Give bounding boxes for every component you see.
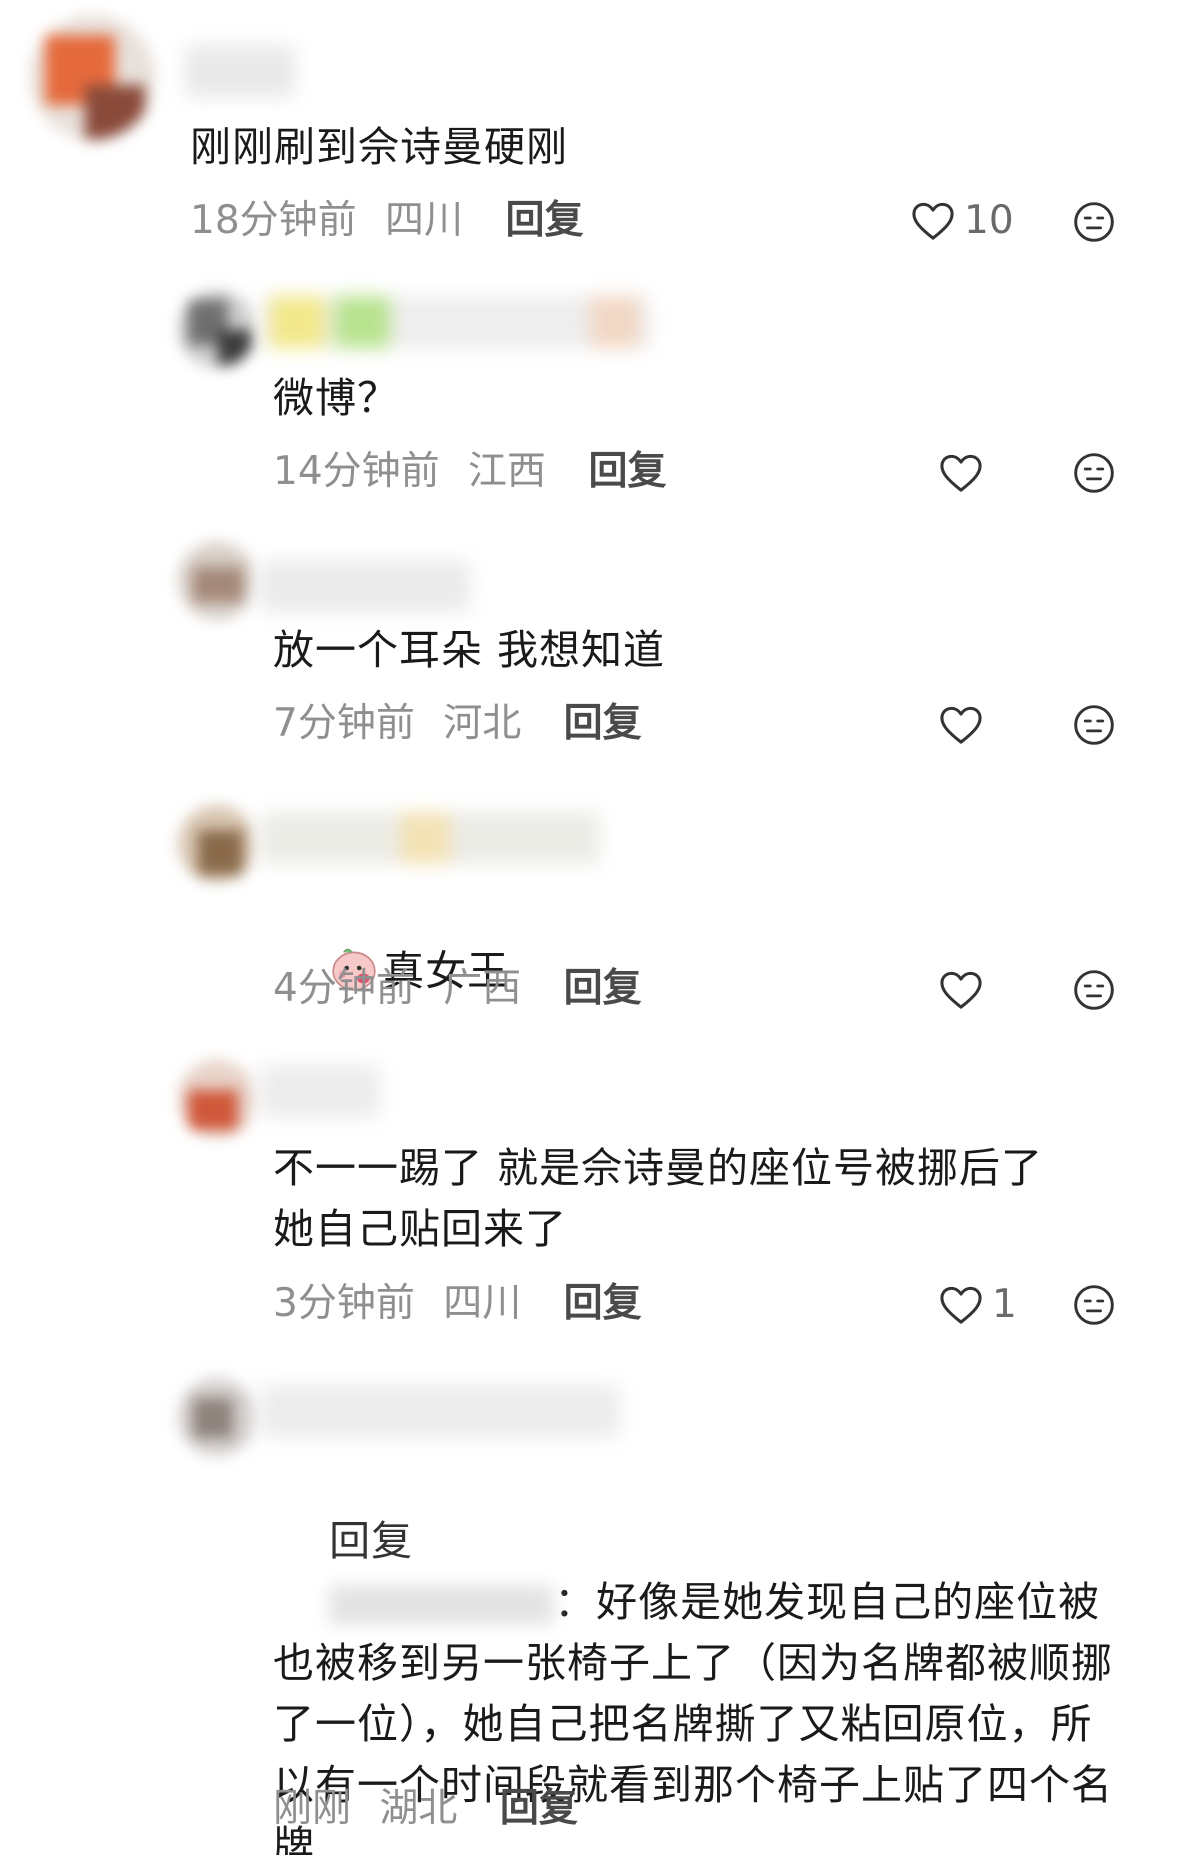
comment-time: 7分钟前 (273, 701, 415, 746)
comment-text: 放一个耳朵 我想知道 (273, 626, 666, 674)
comment-meta: 3分钟前 四川 回复 (273, 1280, 642, 1328)
comment-time: 14分钟前 (273, 449, 440, 494)
like-button[interactable] (938, 700, 992, 748)
comment-meta: 14分钟前 江西 回复 (273, 448, 666, 496)
comment-location: 四川 (443, 1281, 522, 1326)
reply-button[interactable]: 回复 (564, 1280, 642, 1328)
dislike-button[interactable] (1072, 451, 1116, 495)
like-button[interactable] (938, 448, 992, 496)
comment-text: 不一一踢了 就是佘诗曼的座位号被挪后了 她自己贴回来了 (273, 1144, 1044, 1253)
reply-button[interactable]: 回复 (588, 448, 666, 496)
avatar[interactable] (30, 15, 155, 140)
heart-outline-icon (940, 706, 982, 744)
comment-text: 微博？ (273, 374, 399, 422)
username-blurred[interactable] (260, 812, 600, 864)
dislike-button[interactable] (1072, 968, 1116, 1012)
like-button[interactable]: 1 (938, 1280, 1017, 1328)
comment-meta: 18分钟前 四川 回复 (190, 197, 583, 245)
username-blurred[interactable] (260, 1065, 380, 1117)
meh-face-icon (1074, 970, 1114, 1010)
reply-button[interactable]: 回复 (500, 1785, 578, 1833)
reply-prefix: 回复 (329, 1517, 414, 1565)
comment-location: 江西 (468, 449, 547, 494)
avatar[interactable] (178, 290, 256, 368)
reply-button[interactable]: 回复 (505, 197, 583, 245)
meh-face-icon (1074, 705, 1114, 745)
comment-time: 4分钟前 (273, 966, 415, 1011)
dislike-button[interactable] (1072, 703, 1116, 747)
username-blurred[interactable] (260, 560, 470, 612)
comment-time: 刚刚 (273, 1786, 352, 1831)
comment-time: 18分钟前 (190, 198, 357, 243)
dislike-button[interactable] (1072, 200, 1116, 244)
reply-button[interactable]: 回复 (564, 965, 642, 1013)
like-button[interactable] (938, 965, 992, 1013)
comment-meta: 4分钟前 广西 回复 (273, 965, 642, 1013)
replied-username-blurred[interactable] (329, 1585, 555, 1625)
like-button[interactable]: 10 (910, 196, 1014, 244)
comment-meta: 刚刚 湖北 回复 (273, 1785, 578, 1833)
like-count: 1 (992, 1281, 1017, 1327)
avatar[interactable] (178, 1378, 256, 1456)
comment-meta: 7分钟前 河北 回复 (273, 700, 642, 748)
username-blurred[interactable] (260, 1385, 620, 1437)
meh-face-icon (1074, 453, 1114, 493)
heart-outline-icon (940, 1286, 982, 1324)
comment-location: 河北 (443, 701, 522, 746)
username-blurred[interactable] (185, 45, 295, 97)
avatar[interactable] (178, 542, 256, 620)
heart-outline-icon (940, 454, 982, 492)
dislike-button[interactable] (1072, 1283, 1116, 1327)
comment-location: 四川 (385, 198, 464, 243)
reply-button[interactable]: 回复 (564, 700, 642, 748)
comment-list: 刚刚刷到佘诗曼硬刚 18分钟前 四川 回复 10 微博？ 14分钟前 江西 回复 (0, 0, 1200, 1855)
comment-location: 广西 (443, 966, 522, 1011)
meh-face-icon (1074, 202, 1114, 242)
avatar[interactable] (178, 1060, 256, 1138)
heart-outline-icon (940, 971, 982, 1009)
comment-time: 3分钟前 (273, 1281, 415, 1326)
comment-text: 刚刚刷到佘诗曼硬刚 (190, 123, 568, 171)
reply-colon: ： (554, 1578, 597, 1626)
avatar[interactable] (178, 805, 256, 883)
comment-location: 湖北 (379, 1786, 458, 1831)
username-blurred[interactable] (260, 296, 650, 348)
meh-face-icon (1074, 1285, 1114, 1325)
heart-outline-icon (912, 202, 954, 240)
like-count: 10 (964, 197, 1014, 243)
